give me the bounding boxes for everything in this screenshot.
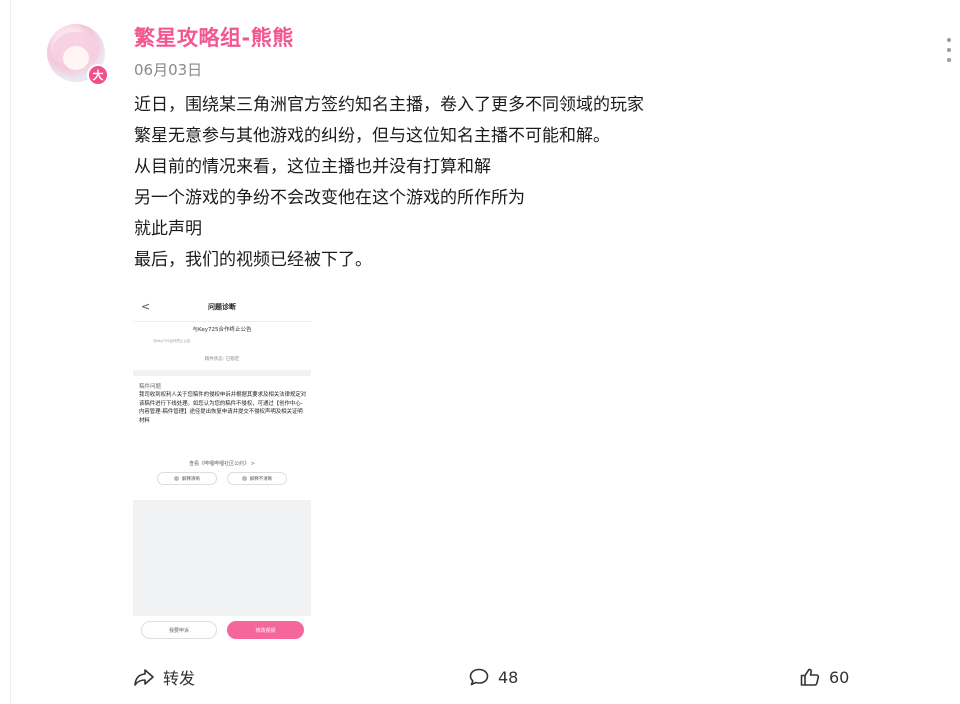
post-card: 大 繁星攻略组-熊熊 06月03日 近日，围绕某三角洲官方签约知名主播，卷入了更…	[10, 0, 960, 704]
screenshot-pill-clear: 解释清晰	[157, 472, 217, 485]
screenshot-appeal-button: 我要申诉	[141, 621, 217, 639]
more-options-icon[interactable]	[945, 38, 953, 62]
screenshot-edit-video-button: 修改视频	[227, 621, 304, 639]
comment-button[interactable]: 48	[468, 664, 518, 690]
post-date: 06月03日	[134, 61, 203, 79]
attached-screenshot[interactable]: < 问题诊断 与Key725合作终止公告 与Key725合作终止公告 稿件状态:…	[133, 292, 311, 642]
screenshot-status: 稿件状态: 已锁定	[204, 357, 240, 362]
post-line: 近日，围绕某三角洲官方签约知名主播，卷入了更多不同领域的玩家	[134, 95, 644, 115]
comment-count: 48	[498, 667, 519, 687]
share-icon	[134, 669, 154, 686]
screenshot-empty-area	[133, 500, 311, 616]
screenshot-pill-unclear: 解释不清晰	[227, 472, 287, 485]
screenshot-title: 问题诊断	[208, 303, 236, 311]
share-label: 转发	[163, 669, 196, 688]
like-count: 60	[829, 667, 850, 687]
dot-icon	[241, 476, 247, 481]
thumbs-up-icon	[800, 668, 820, 686]
divider	[133, 370, 311, 376]
comment-icon	[469, 668, 489, 686]
like-button[interactable]: 60	[799, 664, 849, 690]
screenshot-small-text: 与Key725合作终止公告	[153, 339, 191, 343]
screenshot-problem-text: 我司收到权利人关于您稿件的侵权申诉并根据其要求及相关法律规定对该稿件进行下线处理…	[139, 392, 307, 424]
screenshot-problem-title: 稿件问题	[139, 384, 162, 390]
post-body: 近日，围绕某三角洲官方签约知名主播，卷入了更多不同领域的玩家 繁星无意参与其他游…	[134, 90, 644, 276]
level-badge: 大	[87, 64, 109, 86]
post-line: 最后，我们的视频已经被下了。	[134, 250, 372, 270]
author-name[interactable]: 繁星攻略组-熊熊	[134, 22, 294, 52]
screenshot-nav-bar: < 问题诊断	[133, 292, 311, 322]
post-line: 繁星无意参与其他游戏的纠纷，但与这位知名主播不可能和解。	[134, 126, 610, 146]
post-line: 另一个游戏的争纷不会改变他在这个游戏的所作所为	[134, 188, 525, 208]
dot-icon	[174, 476, 179, 481]
post-line: 就此声明	[134, 219, 202, 239]
avatar[interactable]: 大	[47, 24, 109, 86]
screenshot-community-link: 查看《哔哩哔哩社区公约》 >	[189, 461, 255, 467]
post-line: 从目前的情况来看，这位主播也并没有打算和解	[134, 157, 491, 177]
screenshot-notice: 与Key725合作终止公告	[192, 327, 252, 333]
share-button[interactable]: 转发	[133, 664, 195, 690]
